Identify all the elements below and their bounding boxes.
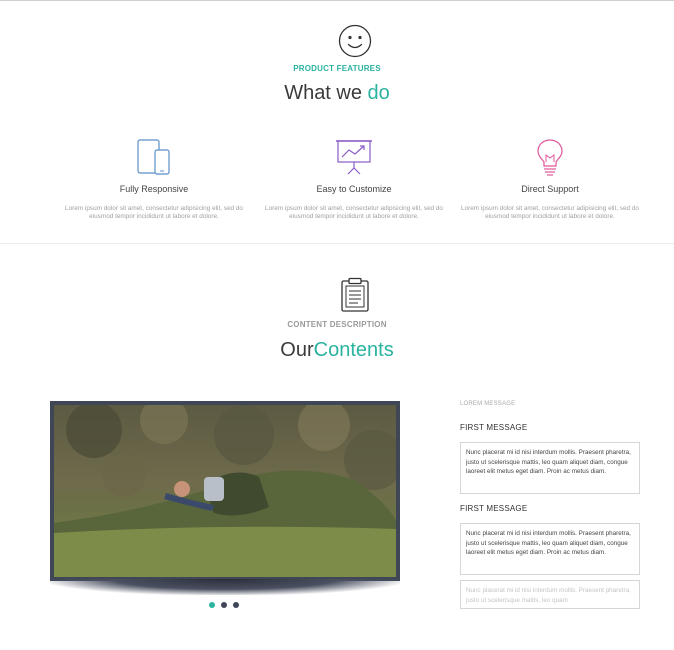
feature-easy-to-customize: Easy to Customize Lorem ipsum dolor sit … xyxy=(262,138,446,220)
feature-title: Direct Support xyxy=(521,184,579,194)
feature-title: Easy to Customize xyxy=(316,184,392,194)
section-divider xyxy=(0,243,674,244)
feature-fully-responsive: Fully Responsive Lorem ipsum dolor sit a… xyxy=(62,138,246,220)
slider-pagination xyxy=(209,602,239,608)
what-we-do-heading: What we do xyxy=(0,82,674,105)
message-box: Nunc placerat mi id nisi interdum mollis… xyxy=(460,523,640,575)
presentation-chart-icon xyxy=(336,140,372,175)
heading-accent: Contents xyxy=(313,339,394,361)
smiley-face-icon xyxy=(338,24,372,58)
feature-description: Lorem ipsum dolor sit amet, consectetur … xyxy=(461,205,639,220)
heading-plain: What we xyxy=(284,82,368,104)
clipboard-icon xyxy=(341,277,369,312)
slider-frame[interactable] xyxy=(50,401,400,581)
message-box-faded: Nunc placerat mi id nisi interdum mollis… xyxy=(460,580,640,609)
heading-accent: do xyxy=(367,82,390,104)
devices-icon xyxy=(137,139,170,175)
heading-plain: Our xyxy=(280,339,314,361)
content-description-kicker: CONTENT DESCRIPTION xyxy=(287,320,387,329)
message-title: FIRST MESSAGE xyxy=(460,423,528,432)
feature-description: Lorem ipsum dolor sit amet, consectetur … xyxy=(265,205,443,220)
feature-title: Fully Responsive xyxy=(119,184,189,194)
slider-dot-2[interactable] xyxy=(221,602,227,608)
message-box: Nunc placerat mi id nisi interdum mollis… xyxy=(460,442,640,494)
our-contents-heading: OurContents xyxy=(0,339,674,362)
slider-dot-1[interactable] xyxy=(209,602,215,608)
message-title: FIRST MESSAGE xyxy=(460,504,528,513)
feature-description: Lorem ipsum dolor sit amet, consectetur … xyxy=(65,205,243,220)
lightbulb-icon xyxy=(537,139,563,176)
feature-direct-support: Direct Support Lorem ipsum dolor sit ame… xyxy=(458,138,642,220)
slider-dot-3[interactable] xyxy=(233,602,239,608)
top-border xyxy=(0,0,674,1)
slider-shadow xyxy=(50,579,400,595)
product-features-kicker: PRODUCT FEATURES xyxy=(293,64,381,73)
man-lying-on-grass-photo xyxy=(54,405,396,577)
lorem-message-label: LOREM MESSAGE xyxy=(460,401,516,407)
